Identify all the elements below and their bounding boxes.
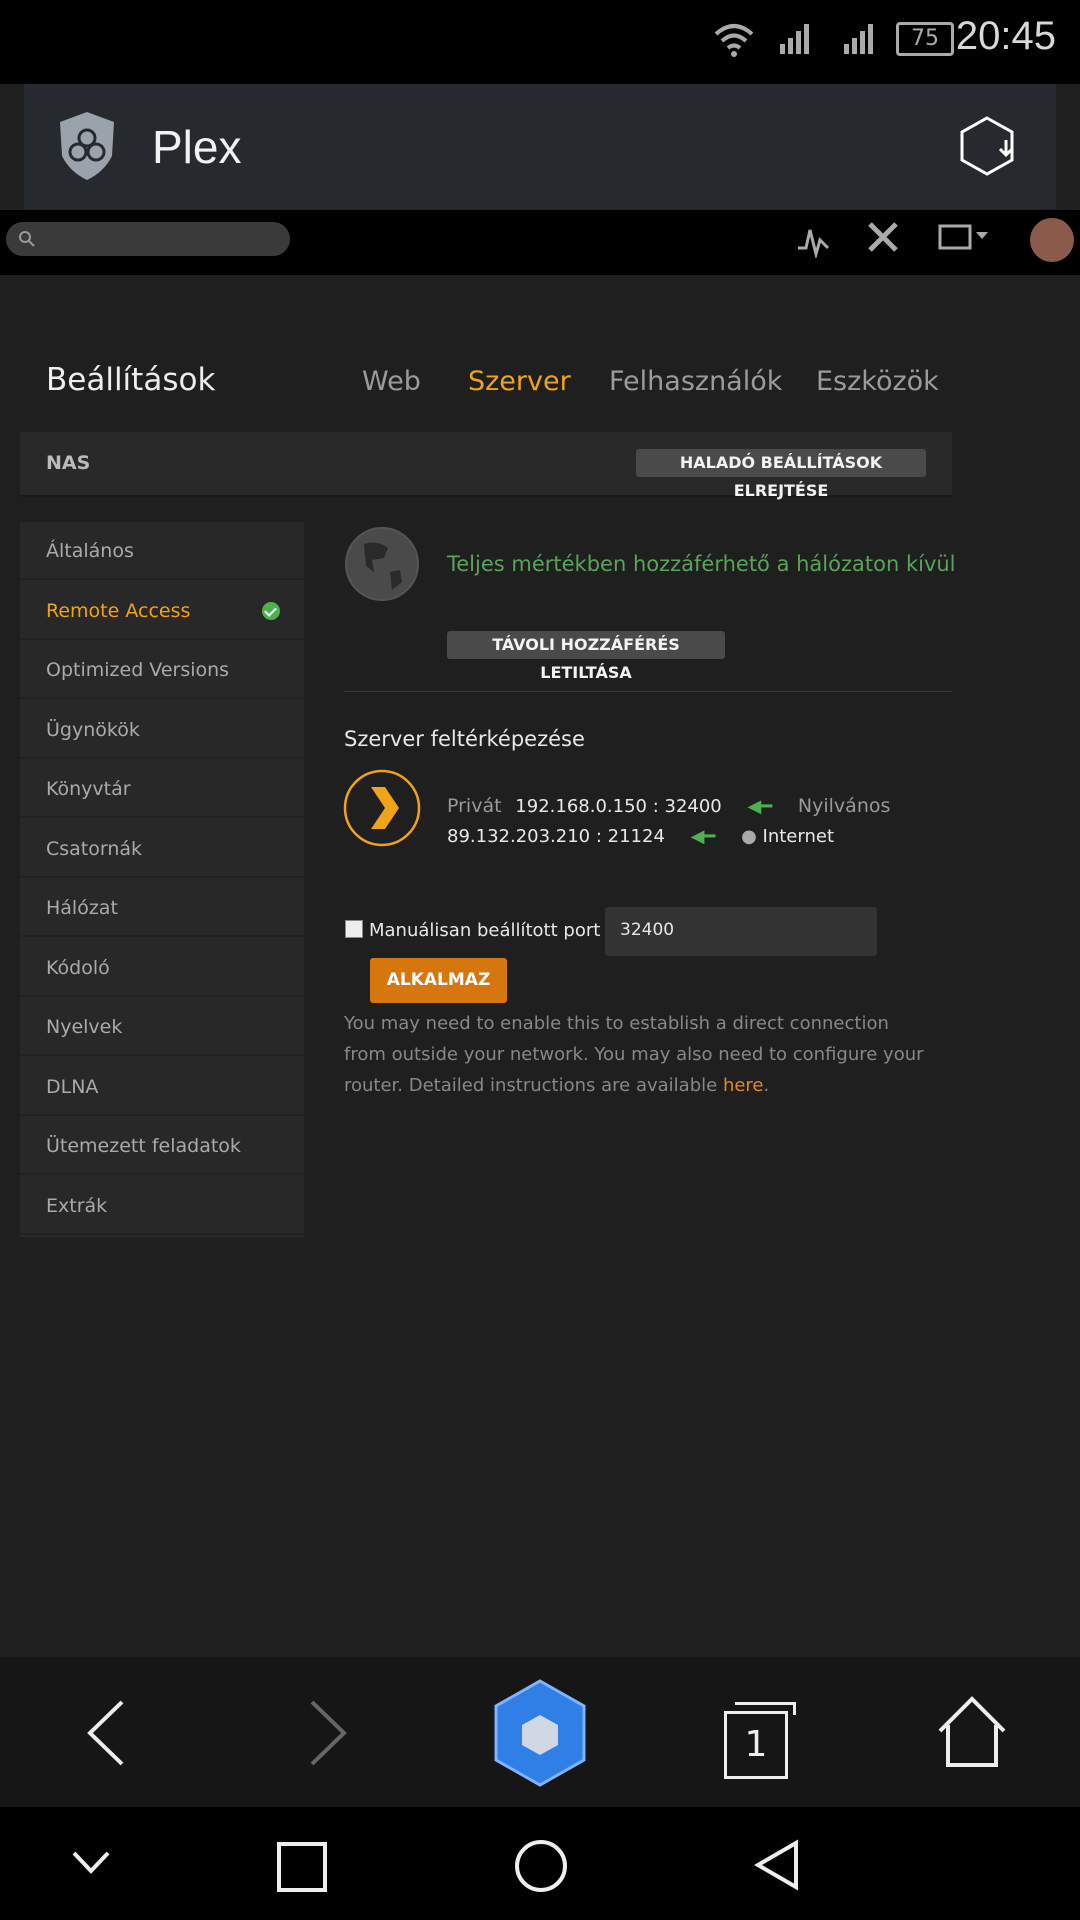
tabs-icon[interactable]: 1: [724, 1702, 796, 1779]
search-input[interactable]: [6, 222, 290, 256]
home-circle-icon[interactable]: [515, 1840, 567, 1892]
sidebar-item-agents[interactable]: Ügynökök: [20, 701, 304, 759]
tab-count: 1: [744, 1724, 768, 1765]
browser-nav-bar: 1: [0, 1657, 1080, 1807]
public-address: 89.132.203.210 : 21124: [447, 826, 665, 847]
app-title: Plex: [152, 121, 242, 173]
tools-icon[interactable]: [866, 220, 900, 256]
sidebar-item-remote-access[interactable]: Remote Access: [20, 582, 304, 640]
sidebar-item-general[interactable]: Általános: [20, 522, 304, 580]
mapping-title: Szerver feltérképezése: [344, 727, 585, 751]
forward-icon[interactable]: [302, 1698, 352, 1768]
refresh-icon[interactable]: [954, 114, 1020, 180]
private-address: 192.168.0.150 : 32400: [515, 796, 722, 817]
settings-sidebar: Általános Remote Access Optimized Versio…: [20, 522, 304, 1237]
chevron-down-icon[interactable]: [70, 1847, 112, 1877]
mapping-private-line: Privát 192.168.0.150 : 32400 ◀━ Nyilváno…: [447, 795, 890, 817]
help-text-body: You may need to enable this to establish…: [344, 1013, 924, 1096]
public-label: Nyilvános: [797, 795, 891, 817]
sidebar-item-extras[interactable]: Extrák: [20, 1177, 304, 1235]
avatar[interactable]: [1030, 218, 1074, 262]
help-link[interactable]: here: [723, 1075, 764, 1096]
divider: [344, 691, 952, 692]
manual-port-checkbox[interactable]: [345, 920, 363, 938]
sidebar-item-optimized-versions[interactable]: Optimized Versions: [20, 641, 304, 699]
arrow-left-icon: ◀━: [747, 796, 773, 817]
signal-icon: [780, 24, 809, 54]
apply-button[interactable]: ALKALMAZ: [370, 958, 507, 1003]
sidebar-item-network[interactable]: Hálózat: [20, 879, 304, 937]
status-bar: 75 20:45: [0, 0, 1080, 84]
sidebar-item-dlna[interactable]: DLNA: [20, 1058, 304, 1116]
signal-icon-2: [844, 24, 873, 54]
check-icon: [262, 601, 280, 620]
manual-port-value: 32400: [620, 920, 675, 940]
disable-remote-access-button[interactable]: TÁVOLI HOZZÁFÉRÉS LETILTÁSA: [447, 631, 725, 682]
back-icon[interactable]: [82, 1698, 132, 1768]
internet-label: Internet: [762, 826, 835, 847]
activity-icon[interactable]: [796, 222, 830, 258]
server-header: NAS HALADÓ BEÁLLÍTÁSOK ELREJTÉSE: [20, 432, 952, 500]
wifi-icon: [714, 24, 754, 57]
sidebar-item-channels[interactable]: Csatornák: [20, 820, 304, 878]
globe-icon: [345, 527, 419, 601]
sidebar-item-scheduled-tasks[interactable]: Ütemezett feladatok: [20, 1117, 304, 1175]
tab-devices[interactable]: Eszközök: [816, 366, 939, 397]
cast-icon[interactable]: [936, 222, 992, 256]
plex-logo-icon: [343, 769, 421, 847]
clock: 20:45: [955, 14, 1056, 58]
manual-port-input[interactable]: 32400: [605, 907, 877, 956]
help-text-end: .: [763, 1075, 770, 1096]
private-label: Privát: [447, 795, 502, 817]
battery-icon: 75: [896, 22, 954, 56]
tab-server[interactable]: Szerver: [468, 366, 571, 397]
system-nav-bar: [0, 1807, 1080, 1920]
search-icon: [19, 231, 35, 247]
home-app-icon[interactable]: [492, 1679, 588, 1787]
manual-port-label: Manuálisan beállított port: [369, 920, 601, 941]
server-name: NAS: [46, 452, 91, 474]
app-bar: Plex: [24, 84, 1056, 209]
plex-toolbar: [0, 210, 1080, 275]
sidebar-item-label: Remote Access: [46, 599, 191, 622]
mapping-public-line: 89.132.203.210 : 21124 ◀━ ● Internet: [447, 826, 834, 847]
help-text: You may need to enable this to establish…: [344, 1008, 924, 1101]
globe-small-icon: ●: [741, 826, 757, 847]
arrow-left-icon: ◀━: [690, 826, 716, 847]
shield-icon: [60, 112, 114, 180]
hide-advanced-button[interactable]: HALADÓ BEÁLLÍTÁSOK ELREJTÉSE: [636, 449, 926, 500]
settings-title: Beállítások: [46, 362, 216, 398]
recent-apps-icon[interactable]: [277, 1842, 327, 1892]
home-icon[interactable]: [936, 1695, 1008, 1769]
sidebar-item-library[interactable]: Könyvtár: [20, 760, 304, 818]
back-triangle-icon[interactable]: [754, 1839, 800, 1891]
sidebar-item-languages[interactable]: Nyelvek: [20, 998, 304, 1056]
remote-status-text: Teljes mértékben hozzáférhető a hálózato…: [447, 552, 956, 576]
sidebar-item-transcoder[interactable]: Kódoló: [20, 939, 304, 997]
tab-web[interactable]: Web: [362, 366, 421, 397]
tab-users[interactable]: Felhasználók: [609, 366, 782, 397]
